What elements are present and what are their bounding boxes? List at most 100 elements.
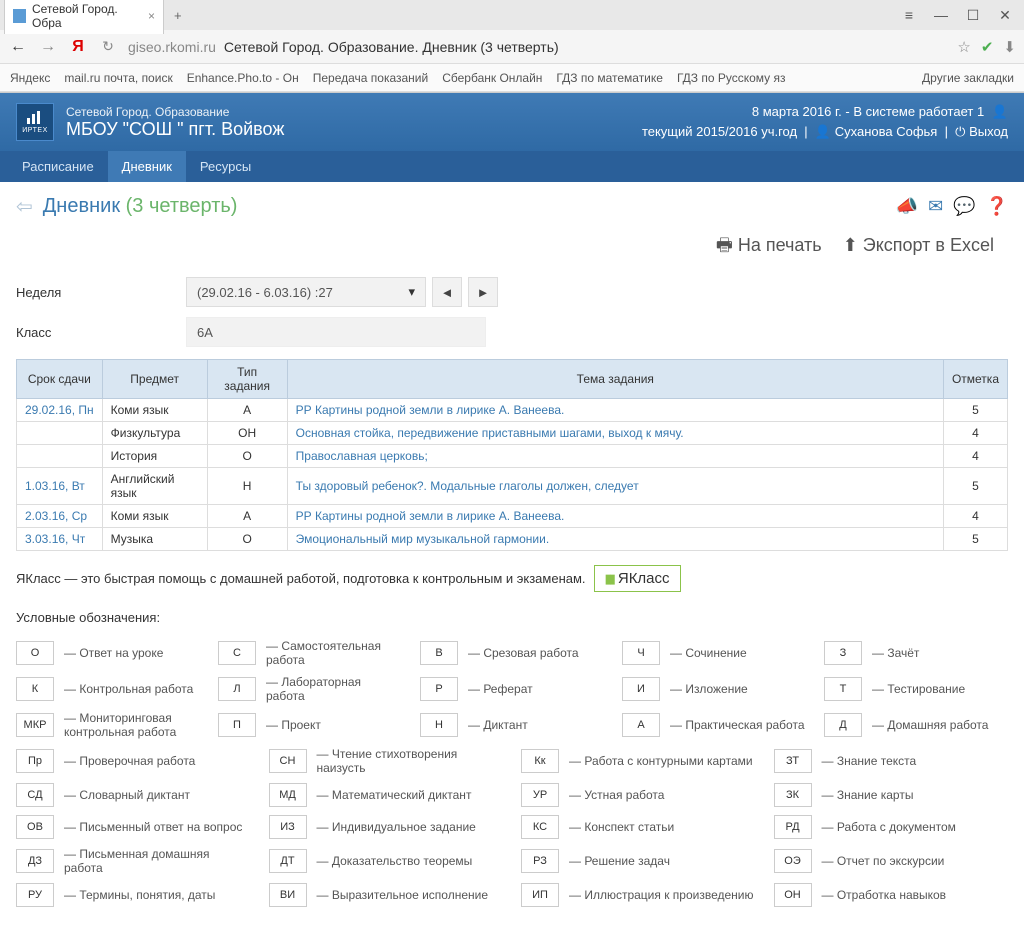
legend-desc: — Письменный ответ на вопрос xyxy=(64,820,242,834)
chat-icon[interactable]: 💬 xyxy=(953,196,975,217)
legend-desc: — Знание карты xyxy=(822,788,914,802)
legend-item: Кк— Работа с контурными картами xyxy=(521,747,756,775)
year-link[interactable]: текущий 2015/2016 уч.год xyxy=(642,124,797,139)
cell-date[interactable] xyxy=(17,445,103,468)
legend-item: ОН— Отработка навыков xyxy=(774,883,1009,907)
legend-item: ИЗ— Индивидуальное задание xyxy=(269,815,504,839)
cell-date[interactable]: 2.03.16, Ср xyxy=(17,505,103,528)
legend-item: ВИ— Выразительное исполнение xyxy=(269,883,504,907)
page-title: Дневник (3 четверть) xyxy=(43,195,238,218)
legend-code: О xyxy=(16,641,54,665)
legend-desc: — Срезовая работа xyxy=(468,646,579,660)
legend-desc: — Работа с документом xyxy=(822,820,956,834)
legend-code: СД xyxy=(16,783,54,807)
legend-title: Условные обозначения: xyxy=(16,610,1008,625)
cell-topic[interactable]: РР Картины родной земли в лирике А. Ване… xyxy=(287,399,943,422)
close-icon[interactable]: × xyxy=(148,9,155,23)
th-date[interactable]: Срок сдачи xyxy=(17,360,103,399)
new-tab-button[interactable]: + xyxy=(164,4,192,27)
megaphone-icon[interactable]: 📣 xyxy=(896,196,918,217)
bookmark-item[interactable]: Enhance.Pho.to - Он xyxy=(187,71,299,85)
th-topic[interactable]: Тема задания xyxy=(287,360,943,399)
bookmark-item[interactable]: Яндекс xyxy=(10,71,50,85)
legend-desc: — Знание текста xyxy=(822,754,917,768)
legend-code: А xyxy=(622,713,660,737)
back-icon[interactable]: ← xyxy=(8,38,28,56)
legend-item: ИП— Иллюстрация к произведению xyxy=(521,883,756,907)
url-domain: giseo.rkomi.ru xyxy=(128,39,216,55)
forward-icon[interactable]: → xyxy=(38,38,58,56)
legend-code: МД xyxy=(269,783,307,807)
legend-item: РД— Работа с документом xyxy=(774,815,1009,839)
legend-item: Д— Домашняя работа xyxy=(824,711,1008,739)
legend-desc: — Работа с контурными картами xyxy=(569,754,753,768)
cell-topic[interactable]: РР Картины родной земли в лирике А. Ване… xyxy=(287,505,943,528)
cell-mark: 5 xyxy=(943,468,1007,505)
yaklass-badge[interactable]: ЯКласс xyxy=(594,565,681,592)
legend-item: И— Изложение xyxy=(622,675,806,703)
yaklass-text: ЯКласс — это быстрая помощь с домашней р… xyxy=(16,571,586,586)
legend-desc: — Термины, понятия, даты xyxy=(64,888,215,902)
window-close-icon[interactable]: ✕ xyxy=(990,3,1020,27)
legend-item: ОВ— Письменный ответ на вопрос xyxy=(16,815,251,839)
week-select[interactable]: (29.02.16 - 6.03.16) :27 xyxy=(186,277,426,307)
th-type[interactable]: Тип задания xyxy=(207,360,287,399)
help-icon[interactable]: ❓ xyxy=(986,196,1008,217)
legend-desc: — Словарный диктант xyxy=(64,788,190,802)
legend-item: ДТ— Доказательство теоремы xyxy=(269,847,504,875)
minimize-icon[interactable]: — xyxy=(926,3,956,27)
table-row: ИсторияОПравославная церковь;4 xyxy=(17,445,1008,468)
bookmark-item[interactable]: ГДЗ по математике xyxy=(556,71,663,85)
download-icon[interactable]: ⬇ xyxy=(1003,38,1016,56)
cell-topic[interactable]: Православная церковь; xyxy=(287,445,943,468)
legend-code: ИЗ xyxy=(269,815,307,839)
user-name[interactable]: Суханова Софья xyxy=(835,124,938,139)
yandex-icon[interactable]: Я xyxy=(68,38,88,56)
tab-favicon xyxy=(13,9,26,23)
user-count-icon: 👤 xyxy=(992,104,1008,119)
user-icon: 👤 xyxy=(815,124,831,139)
nav-resources[interactable]: Ресурсы xyxy=(186,151,265,182)
legend-code: КС xyxy=(521,815,559,839)
school-name: МБОУ "СОШ " пгт. Войвож xyxy=(66,119,642,140)
star-icon[interactable]: ☆ xyxy=(957,38,970,56)
bookmark-item[interactable]: Передача показаний xyxy=(313,71,429,85)
cell-date[interactable]: 1.03.16, Вт xyxy=(17,468,103,505)
exit-link[interactable]: Выход xyxy=(969,124,1008,139)
print-button[interactable]: 🖶 На печать xyxy=(716,235,822,255)
nav-schedule[interactable]: Расписание xyxy=(8,151,108,182)
more-bookmarks[interactable]: Другие закладки xyxy=(922,71,1014,85)
cell-topic[interactable]: Основная стойка, передвижение приставным… xyxy=(287,422,943,445)
app-header: ИРТЕХ Сетевой Город. Образование МБОУ "С… xyxy=(0,93,1024,151)
cell-date[interactable]: 3.03.16, Чт xyxy=(17,528,103,551)
bookmark-item[interactable]: Сбербанк Онлайн xyxy=(442,71,542,85)
nav-diary[interactable]: Дневник xyxy=(108,151,186,182)
cell-topic[interactable]: Ты здоровый ребенок?. Модальные глаголы … xyxy=(287,468,943,505)
legend-code: ДТ xyxy=(269,849,307,873)
cell-date[interactable] xyxy=(17,422,103,445)
legend-desc: — Письменная домашняя работа xyxy=(64,847,251,875)
maximize-icon[interactable]: ☐ xyxy=(958,3,988,27)
menu-icon[interactable]: ≡ xyxy=(894,3,924,27)
week-label: Неделя xyxy=(16,285,186,300)
reload-icon[interactable]: ↻ xyxy=(98,38,118,55)
th-mark[interactable]: Отметка xyxy=(943,360,1007,399)
mail-icon[interactable]: ✉ xyxy=(928,196,943,217)
legend-code: С xyxy=(218,641,256,665)
legend-desc: — Изложение xyxy=(670,682,748,696)
cell-date[interactable]: 29.02.16, Пн xyxy=(17,399,103,422)
export-button[interactable]: ⬆ Экспорт в Excel xyxy=(843,235,994,255)
shield-icon[interactable]: ✔ xyxy=(981,38,994,56)
back-arrow-icon[interactable]: ⇦ xyxy=(16,194,33,219)
cell-topic[interactable]: Эмоциональный мир музыкальной гармонии. xyxy=(287,528,943,551)
bookmark-item[interactable]: ГДЗ по Русскому яз xyxy=(677,71,786,85)
browser-tab[interactable]: Сетевой Город. Обра × xyxy=(4,0,164,34)
th-subject[interactable]: Предмет xyxy=(102,360,207,399)
legend-code: В xyxy=(420,641,458,665)
table-row: 29.02.16, ПнКоми языкАРР Картины родной … xyxy=(17,399,1008,422)
legend-item: СН— Чтение стихотворения наизусть xyxy=(269,747,504,775)
prev-week-button[interactable]: ◄ xyxy=(432,277,462,307)
address-bar[interactable]: giseo.rkomi.ru Сетевой Город. Образовани… xyxy=(128,39,947,55)
bookmark-item[interactable]: mail.ru почта, поиск xyxy=(64,71,172,85)
next-week-button[interactable]: ► xyxy=(468,277,498,307)
